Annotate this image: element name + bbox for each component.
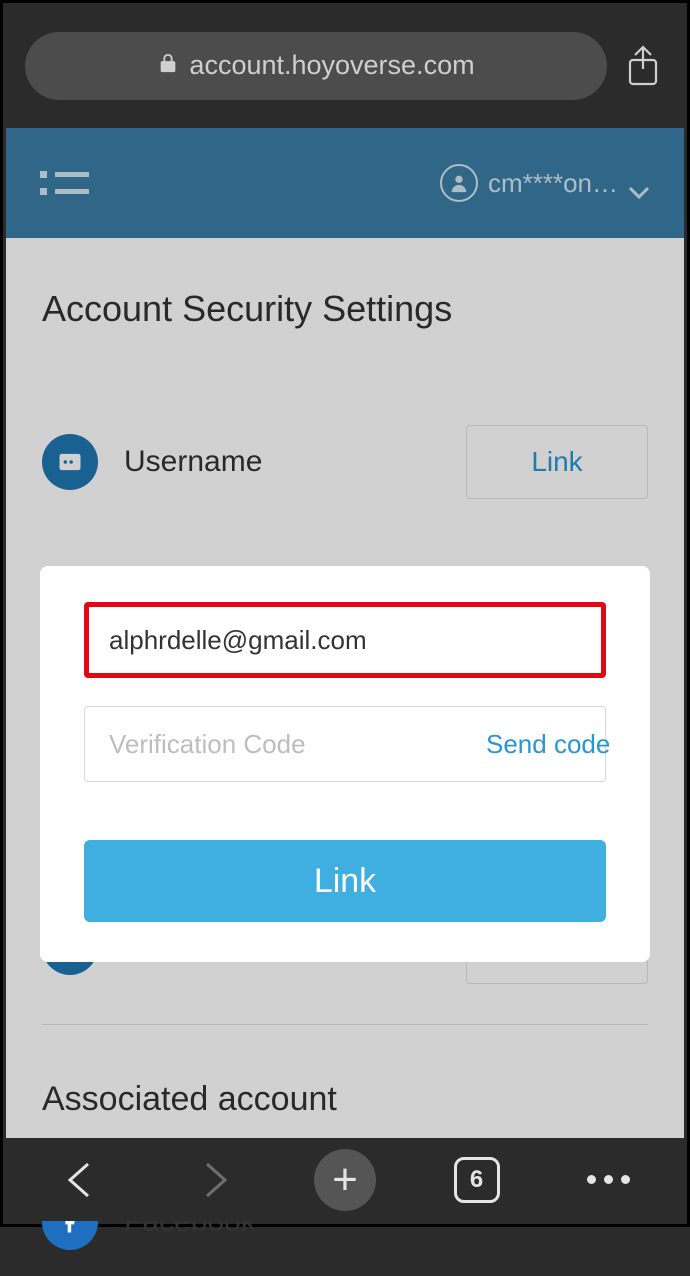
- lock-icon: [157, 50, 179, 81]
- browser-top-bar: account.hoyoverse.com: [3, 3, 687, 128]
- tab-count: 6: [470, 1166, 483, 1194]
- new-tab-button[interactable]: +: [314, 1149, 376, 1211]
- tabs-button[interactable]: 6: [446, 1149, 508, 1211]
- more-button[interactable]: [577, 1149, 639, 1211]
- link-submit-button[interactable]: Link: [84, 840, 606, 922]
- viewport: cm****on… Account Security Settings User…: [6, 128, 684, 1138]
- share-button[interactable]: [621, 41, 665, 91]
- url-host: account.hoyoverse.com: [189, 50, 474, 81]
- link-email-modal: Send code Link: [40, 566, 650, 962]
- back-button[interactable]: [51, 1149, 113, 1211]
- browser-bottom-bar: + 6: [6, 1138, 684, 1221]
- code-input[interactable]: [107, 728, 446, 761]
- email-field[interactable]: [84, 602, 606, 678]
- more-icon: [587, 1175, 630, 1184]
- code-field: Send code: [84, 706, 606, 782]
- email-input[interactable]: [107, 624, 583, 657]
- forward-button[interactable]: [182, 1149, 244, 1211]
- url-bar[interactable]: account.hoyoverse.com: [25, 32, 607, 100]
- send-code-button[interactable]: Send code: [486, 729, 610, 760]
